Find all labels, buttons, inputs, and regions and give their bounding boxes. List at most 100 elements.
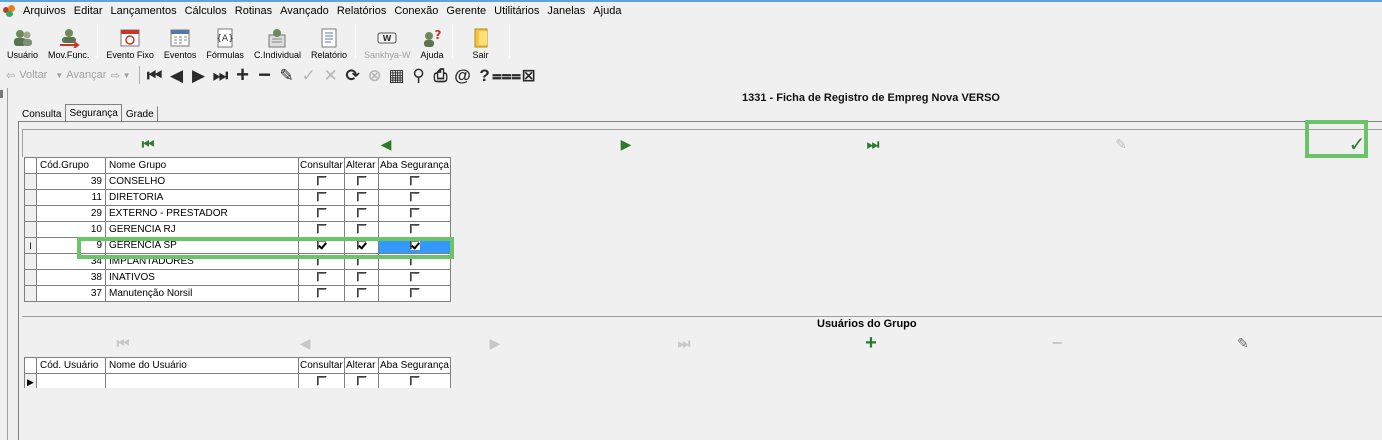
back-button[interactable]: ⇦ Voltar	[2, 69, 51, 82]
users-nav-edit-icon[interactable]: ✎	[1228, 333, 1258, 353]
search-icon[interactable]: ⚲	[408, 64, 430, 86]
cell-nome-grupo[interactable]: CONSELHO	[105, 173, 299, 190]
delete-record-icon[interactable]: −	[254, 64, 276, 86]
relatorio-button[interactable]: Relatório	[306, 20, 352, 62]
cell-nome-grupo[interactable]: DIRETORIA	[105, 189, 299, 206]
cell-aba-seguranca[interactable]	[378, 285, 451, 302]
cell-alterar[interactable]	[344, 285, 379, 302]
col-aba-seguranca[interactable]: Aba Segurança	[378, 357, 451, 374]
forward-button[interactable]: ▼ Avançar ⇨ ▼	[51, 69, 134, 82]
app-logo-icon[interactable]	[2, 4, 16, 18]
cell-consultar[interactable]	[298, 189, 345, 206]
cell-alterar[interactable]	[344, 173, 379, 190]
col-alterar[interactable]: Alterar	[344, 357, 379, 374]
cell-alterar[interactable]	[344, 221, 379, 238]
print-icon[interactable]: ⎙	[430, 64, 452, 86]
users-nav-last-icon[interactable]: ⏭	[669, 333, 699, 353]
alterar-checkbox[interactable]	[356, 175, 367, 186]
cell-cod-grupo[interactable]: 29	[36, 205, 106, 222]
alterar-checkbox[interactable]	[356, 287, 367, 298]
sair-button[interactable]: Sair	[456, 20, 506, 62]
menu-janelas[interactable]: Janelas	[543, 2, 589, 20]
consultar-checkbox[interactable]	[316, 207, 327, 218]
users-nav-delete-icon[interactable]: −	[1042, 333, 1072, 353]
cell-nome-grupo[interactable]: INATIVOS	[105, 269, 299, 286]
aba-seguranca-checkbox[interactable]	[409, 223, 420, 234]
cell-consultar[interactable]	[298, 205, 345, 222]
table-row[interactable]: 39 CONSELHO	[24, 173, 451, 190]
menu-arquivos[interactable]: Arquivos	[19, 2, 70, 20]
nav-edit-icon[interactable]: ✎	[1106, 134, 1136, 154]
cell-alterar[interactable]	[344, 269, 379, 286]
aba-seguranca-checkbox[interactable]	[409, 287, 420, 298]
first-record-icon[interactable]: ⏮	[144, 64, 166, 86]
cell-cod-grupo[interactable]: 38	[36, 269, 106, 286]
aba-seguranca-checkbox[interactable]	[409, 207, 420, 218]
users-nav-previous-icon[interactable]: ◀	[290, 333, 320, 353]
cell-alterar[interactable]	[344, 205, 379, 222]
nav-previous-icon[interactable]: ◀	[371, 134, 401, 154]
email-icon[interactable]: @	[452, 64, 474, 86]
cell-alterar[interactable]	[344, 189, 379, 206]
menu-ajuda[interactable]: Ajuda	[589, 2, 625, 20]
aba-seguranca-checkbox[interactable]	[409, 191, 420, 202]
cell-consultar[interactable]	[298, 173, 345, 190]
menu-calculos[interactable]: Cálculos	[181, 2, 231, 20]
cell-aba-seguranca[interactable]	[378, 269, 451, 286]
alterar-checkbox[interactable]	[356, 223, 367, 234]
aba-seguranca-checkbox[interactable]	[409, 175, 420, 186]
insert-record-icon[interactable]: +	[232, 64, 254, 86]
last-record-icon[interactable]: ⏭	[210, 64, 232, 86]
table-row[interactable]: 38 INATIVOS	[24, 269, 451, 286]
next-record-icon[interactable]: ▶	[188, 64, 210, 86]
consultar-checkbox[interactable]	[316, 191, 327, 202]
formulas-button[interactable]: {A} Fórmulas	[201, 20, 249, 62]
tab-seguranca[interactable]: Segurança	[65, 104, 122, 122]
previous-record-icon[interactable]: ◀	[166, 64, 188, 86]
cell-cod-grupo[interactable]: 39	[36, 173, 106, 190]
users-nav-next-icon[interactable]: ▶	[480, 333, 510, 353]
users-nav-insert-icon[interactable]: +	[856, 332, 886, 354]
evento-fixo-button[interactable]: Evento Fixo	[101, 20, 159, 62]
consultar-checkbox[interactable]	[316, 271, 327, 282]
col-consultar[interactable]: Consultar	[298, 157, 345, 174]
alterar-checkbox[interactable]	[356, 271, 367, 282]
cell-aba-seguranca[interactable]	[378, 189, 451, 206]
table-row[interactable]: 11 DIRETORIA	[24, 189, 451, 206]
cell-nome-grupo[interactable]: EXTERNO - PRESTADOR	[105, 205, 299, 222]
cell-aba-seguranca[interactable]	[378, 205, 451, 222]
confirm-record-icon[interactable]: ✓	[298, 64, 320, 86]
col-nome-grupo[interactable]: Nome Grupo	[105, 157, 299, 174]
cell-cod-grupo[interactable]: 37	[36, 285, 106, 302]
sankhya-w-button[interactable]: W Sankhya-W	[359, 20, 416, 62]
menu-relatorios[interactable]: Relatórios	[333, 2, 391, 20]
col-alterar[interactable]: Alterar	[344, 157, 379, 174]
col-consultar[interactable]: Consultar	[298, 357, 345, 374]
cell-cod-grupo[interactable]: 10	[36, 221, 106, 238]
alterar-checkbox[interactable]	[356, 375, 367, 386]
menu-editar[interactable]: Editar	[70, 2, 107, 20]
users-nav-first-icon[interactable]: ⏮	[108, 333, 138, 353]
filter-icon[interactable]: ⩶	[492, 64, 521, 86]
stop-icon[interactable]: ⊗	[364, 64, 386, 86]
menu-avancado[interactable]: Avançado	[276, 2, 333, 20]
col-cod-usuario[interactable]: Cód. Usuário	[36, 357, 106, 374]
tab-grade[interactable]: Grade	[122, 106, 158, 122]
cell-cod-grupo[interactable]: 11	[36, 189, 106, 206]
table-row[interactable]: 29 EXTERNO - PRESTADOR	[24, 205, 451, 222]
aba-seguranca-checkbox[interactable]	[409, 271, 420, 282]
mov-func-button[interactable]: Mov.Func.	[43, 20, 94, 62]
menu-conexao[interactable]: Conexão	[390, 2, 442, 20]
cell-consultar[interactable]	[298, 269, 345, 286]
nav-next-icon[interactable]: ▶	[611, 134, 641, 154]
tab-consulta[interactable]: Consulta	[18, 106, 65, 122]
cell-nome-grupo[interactable]: Manutenção Norsil	[105, 285, 299, 302]
close-form-icon[interactable]: ⊠	[518, 64, 540, 86]
table-row[interactable]: 37 Manutenção Norsil	[24, 285, 451, 302]
cell-nome-grupo[interactable]: GERENCIA RJ	[105, 221, 299, 238]
consultar-checkbox[interactable]	[316, 223, 327, 234]
menu-lancamentos[interactable]: Lançamentos	[107, 2, 181, 20]
usuario-button[interactable]: Usuário	[2, 20, 43, 62]
consultar-checkbox[interactable]	[316, 287, 327, 298]
c-individual-button[interactable]: C.Individual	[249, 20, 306, 62]
